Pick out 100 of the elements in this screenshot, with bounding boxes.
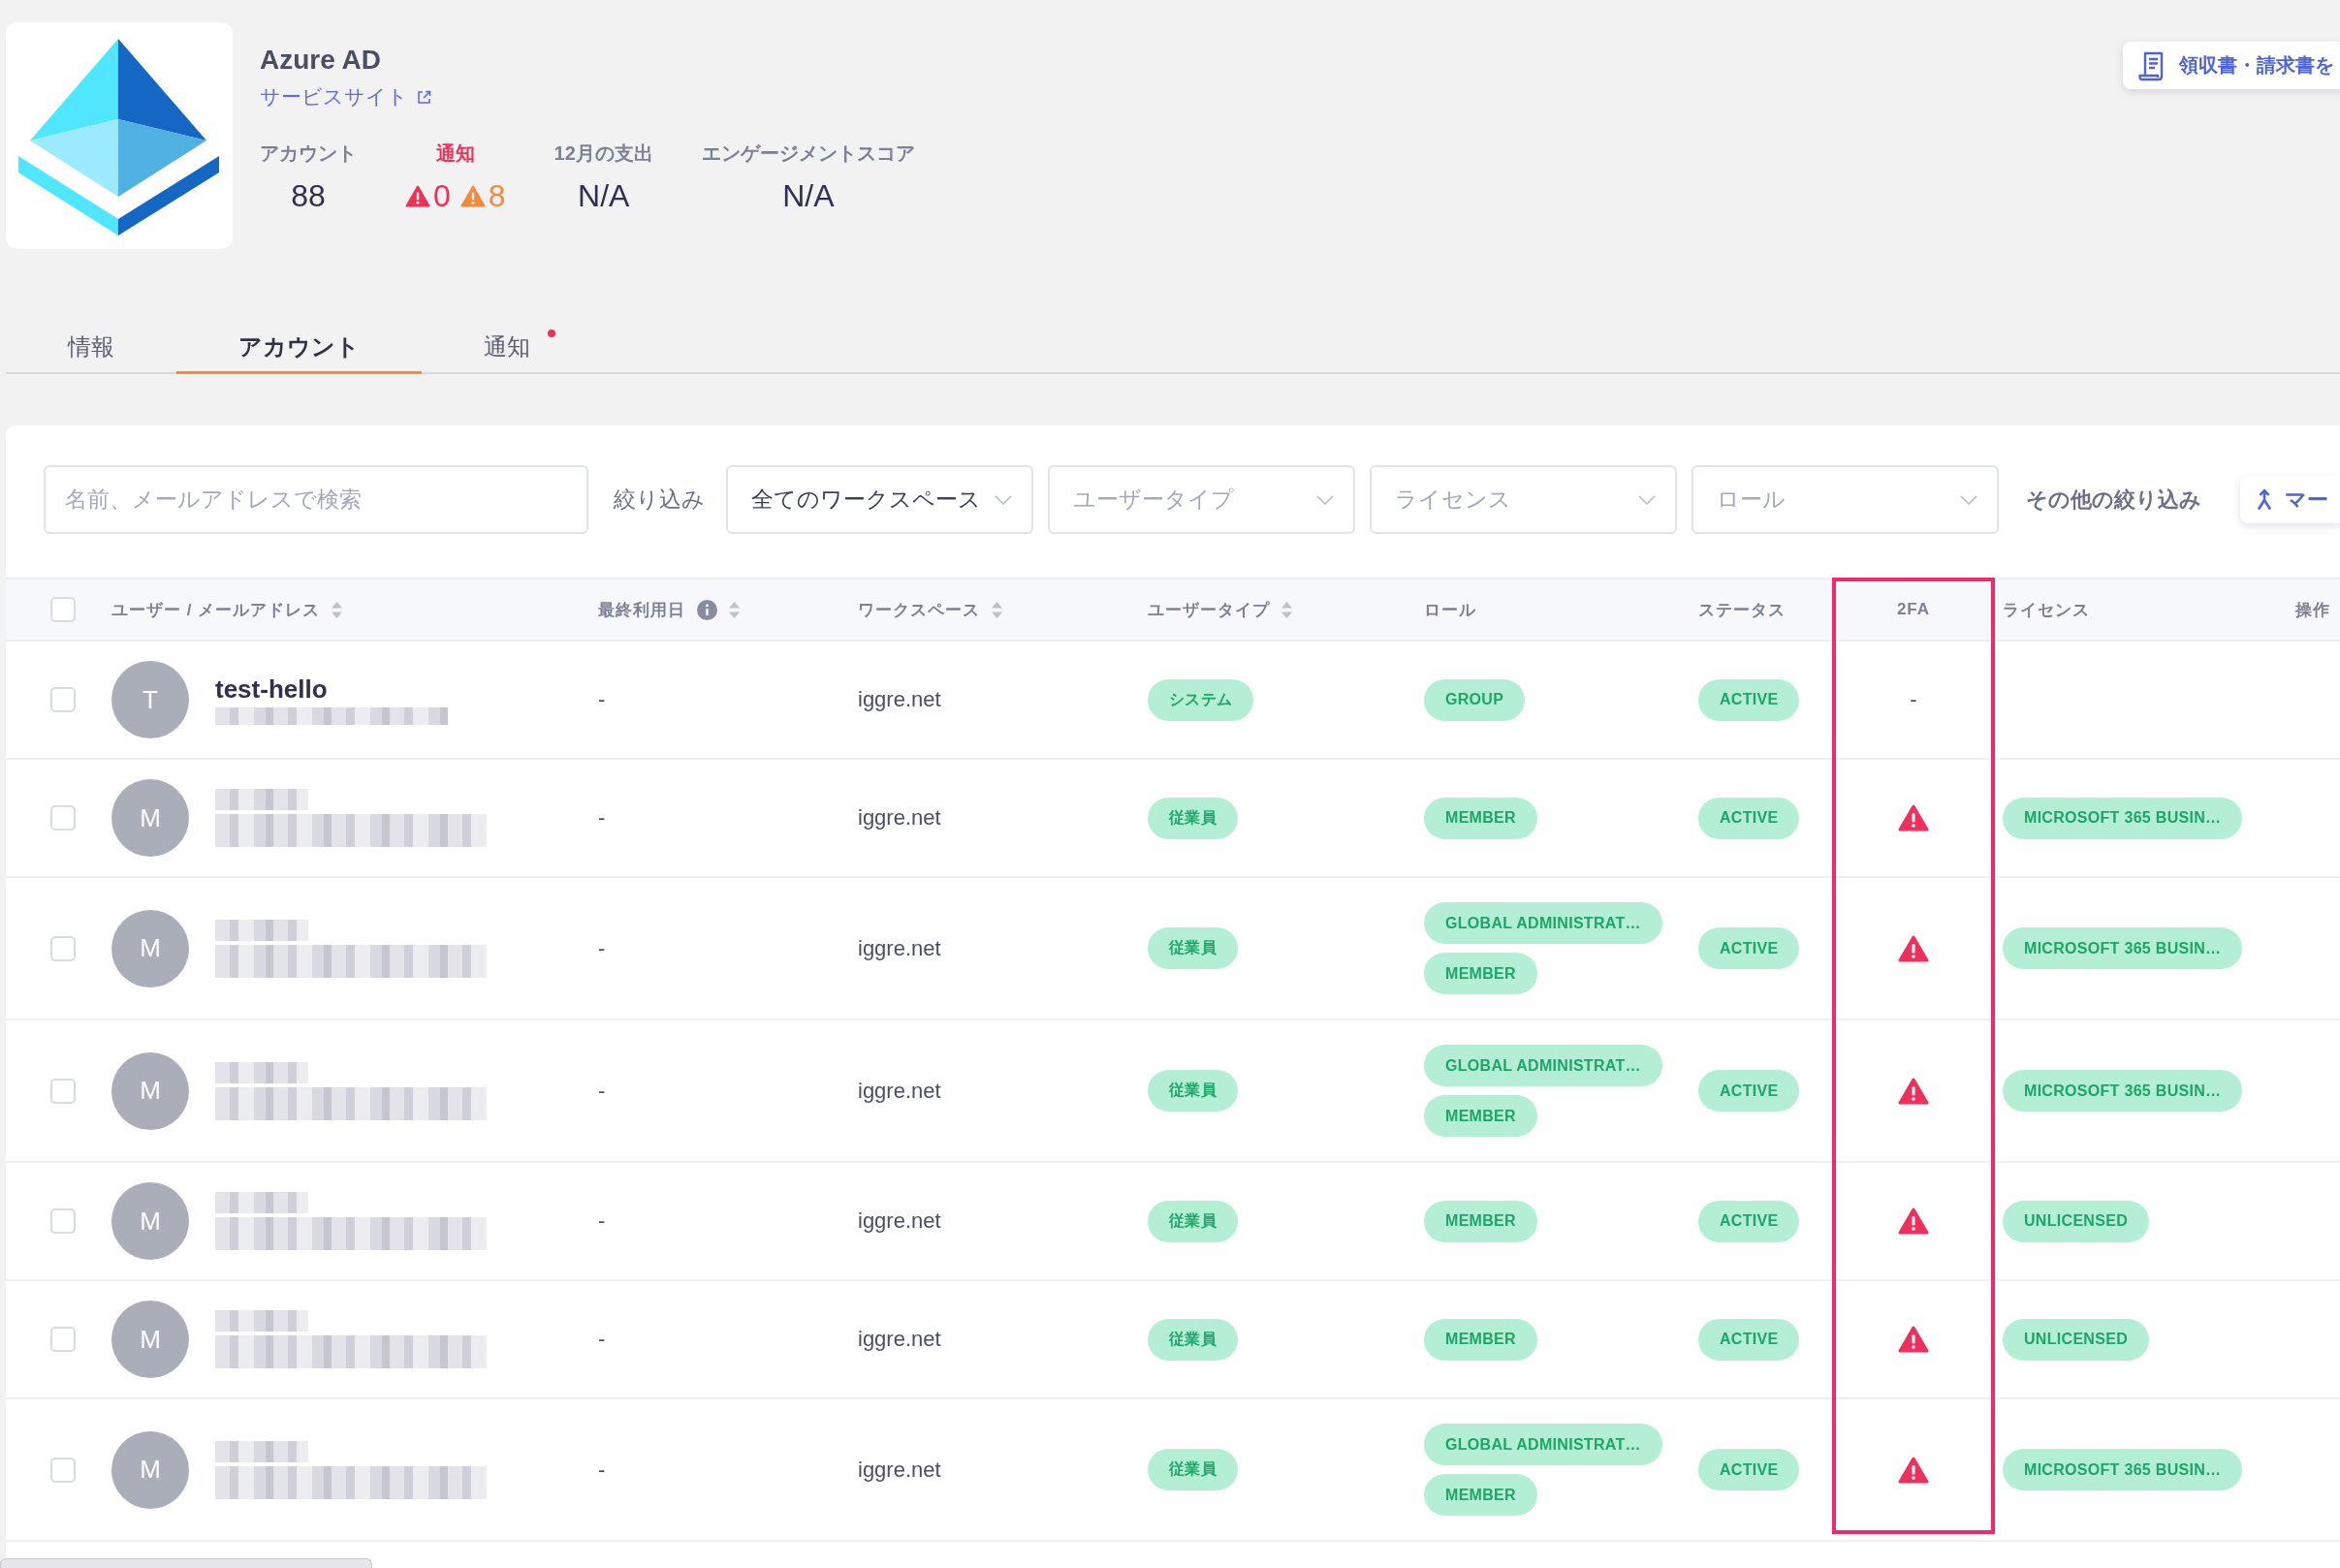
search-field[interactable]: 名前、メールアドレスで検索 xyxy=(44,465,588,534)
merge-button[interactable]: マー xyxy=(2240,476,2340,523)
last-used-date: - xyxy=(598,1327,606,1352)
column-header: ステータス xyxy=(1698,599,1786,621)
user-type-tag: システム xyxy=(1148,678,1254,721)
service-site-link[interactable]: サービスサイト xyxy=(260,83,431,110)
user-type-tag: 従業員 xyxy=(1148,797,1238,839)
avatar: M xyxy=(111,1301,189,1378)
workspace-name: iggre.net xyxy=(858,1327,941,1352)
more-filters-button[interactable]: その他の絞り込み xyxy=(2026,485,2201,515)
avatar: M xyxy=(111,909,189,988)
avatar: T xyxy=(111,661,189,738)
avatar: M xyxy=(111,1051,189,1130)
column-header: ライセンス xyxy=(2003,599,2090,621)
avatar: M xyxy=(111,1182,189,1260)
stat-label: アカウント xyxy=(260,141,357,166)
column-header: ロール xyxy=(1424,599,1476,621)
avatar: M xyxy=(111,1430,189,1509)
stat-label: エンゲージメントスコア xyxy=(701,141,915,166)
stat-value: 88 xyxy=(291,177,326,215)
stat-value: N/A xyxy=(578,177,630,215)
last-used-date: - xyxy=(598,805,606,831)
status-tag: ACTIVE xyxy=(1698,797,1800,839)
column-header: ワークスペース xyxy=(858,599,980,621)
user-name: test-hello xyxy=(215,674,328,704)
sort-icon[interactable] xyxy=(1281,601,1292,618)
status-tag: ACTIVE xyxy=(1698,1200,1800,1242)
chevron-down-icon xyxy=(1638,494,1656,505)
role-tag: MEMBER xyxy=(1424,953,1537,994)
dropdown[interactable]: 全てのワークスペース xyxy=(726,465,1033,534)
status-tag: ACTIVE xyxy=(1698,678,1800,721)
column-header: 操作 xyxy=(2295,599,2330,621)
role-tag: MEMBER xyxy=(1424,1200,1537,1242)
chevron-down-icon xyxy=(1316,494,1334,505)
alert-count: 0 xyxy=(433,177,451,215)
last-used-date: - xyxy=(598,1208,606,1234)
license-tag: UNLICENSED xyxy=(2003,1200,2149,1242)
sort-icon[interactable] xyxy=(332,601,343,618)
role-tag: GROUP xyxy=(1424,678,1526,721)
user-type-tag: 従業員 xyxy=(1148,1449,1238,1490)
workspace-name: iggre.net xyxy=(858,805,941,831)
last-used-date: - xyxy=(598,1457,606,1483)
stat-value: N/A xyxy=(782,177,835,215)
sort-icon[interactable] xyxy=(992,601,1002,618)
license-tag: MICROSOFT 365 BUSIN… xyxy=(2003,1070,2243,1112)
role-tag: GLOBAL ADMINISTRAT… xyxy=(1424,902,1662,944)
checkbox[interactable] xyxy=(50,1327,76,1352)
tab[interactable]: アカウント xyxy=(176,323,422,374)
external-link-icon xyxy=(417,89,431,105)
role-tag: GLOBAL ADMINISTRAT… xyxy=(1424,1045,1662,1086)
workspace-name: iggre.net xyxy=(858,1078,941,1104)
last-used-date: - xyxy=(598,1078,606,1104)
user-type-tag: 従業員 xyxy=(1148,927,1238,969)
role-tag: MEMBER xyxy=(1424,1318,1537,1361)
column-header: ユーザータイプ xyxy=(1148,599,1270,621)
avatar: M xyxy=(111,779,189,857)
role-tag: MEMBER xyxy=(1424,1095,1537,1137)
user-type-tag: 従業員 xyxy=(1148,1200,1238,1242)
receipt-icon xyxy=(2138,49,2166,81)
two-fa-value: - xyxy=(1910,687,1917,712)
license-tag: MICROSOFT 365 BUSIN… xyxy=(2003,927,2243,969)
workspace-name: iggre.net xyxy=(858,687,941,712)
stat-label: 通知 xyxy=(435,141,475,166)
license-tag: UNLICENSED xyxy=(2003,1318,2149,1361)
last-used-date: - xyxy=(598,935,606,961)
checkbox[interactable] xyxy=(50,805,76,831)
pyramid-logo-icon xyxy=(6,22,233,249)
status-tag: ACTIVE xyxy=(1698,1318,1800,1361)
checkbox[interactable] xyxy=(50,1078,76,1104)
checkbox[interactable] xyxy=(50,597,76,622)
checkbox[interactable] xyxy=(50,1457,76,1483)
merge-arrow-icon xyxy=(2256,488,2273,511)
chevron-down-icon xyxy=(1960,494,1977,505)
license-tag: MICROSOFT 365 BUSIN… xyxy=(2003,1449,2243,1490)
last-used-date: - xyxy=(598,687,606,712)
filter-label: 絞り込み xyxy=(614,486,705,514)
stat-label: 12月の支出 xyxy=(553,141,653,166)
checkbox[interactable] xyxy=(50,687,76,712)
column-header: 2FA xyxy=(1896,600,1931,619)
workspace-name: iggre.net xyxy=(858,935,941,961)
column-header: 最終利用日 xyxy=(598,599,685,621)
chevron-down-icon xyxy=(995,494,1012,505)
service-title: Azure AD xyxy=(260,44,381,77)
workspace-name: iggre.net xyxy=(858,1208,941,1234)
horizontal-scrollbar[interactable] xyxy=(0,1558,372,1568)
receipt-button[interactable]: 領収書・請求書を xyxy=(2123,42,2340,89)
alert-count: 8 xyxy=(488,177,506,215)
status-tag: ACTIVE xyxy=(1698,1070,1800,1112)
role-tag: GLOBAL ADMINISTRAT… xyxy=(1424,1424,1662,1465)
sort-icon[interactable] xyxy=(729,601,740,618)
role-tag: MEMBER xyxy=(1424,797,1537,839)
checkbox[interactable] xyxy=(50,1208,76,1234)
tab[interactable]: 情報 xyxy=(6,323,176,374)
checkbox[interactable] xyxy=(50,935,76,961)
status-tag: ACTIVE xyxy=(1698,1449,1800,1490)
tab[interactable]: 通知 xyxy=(422,323,617,374)
license-tag: MICROSOFT 365 BUSIN… xyxy=(2003,797,2243,839)
column-header: ユーザー / メールアドレス xyxy=(111,599,321,621)
status-tag: ACTIVE xyxy=(1698,927,1800,969)
role-tag: MEMBER xyxy=(1424,1474,1537,1516)
